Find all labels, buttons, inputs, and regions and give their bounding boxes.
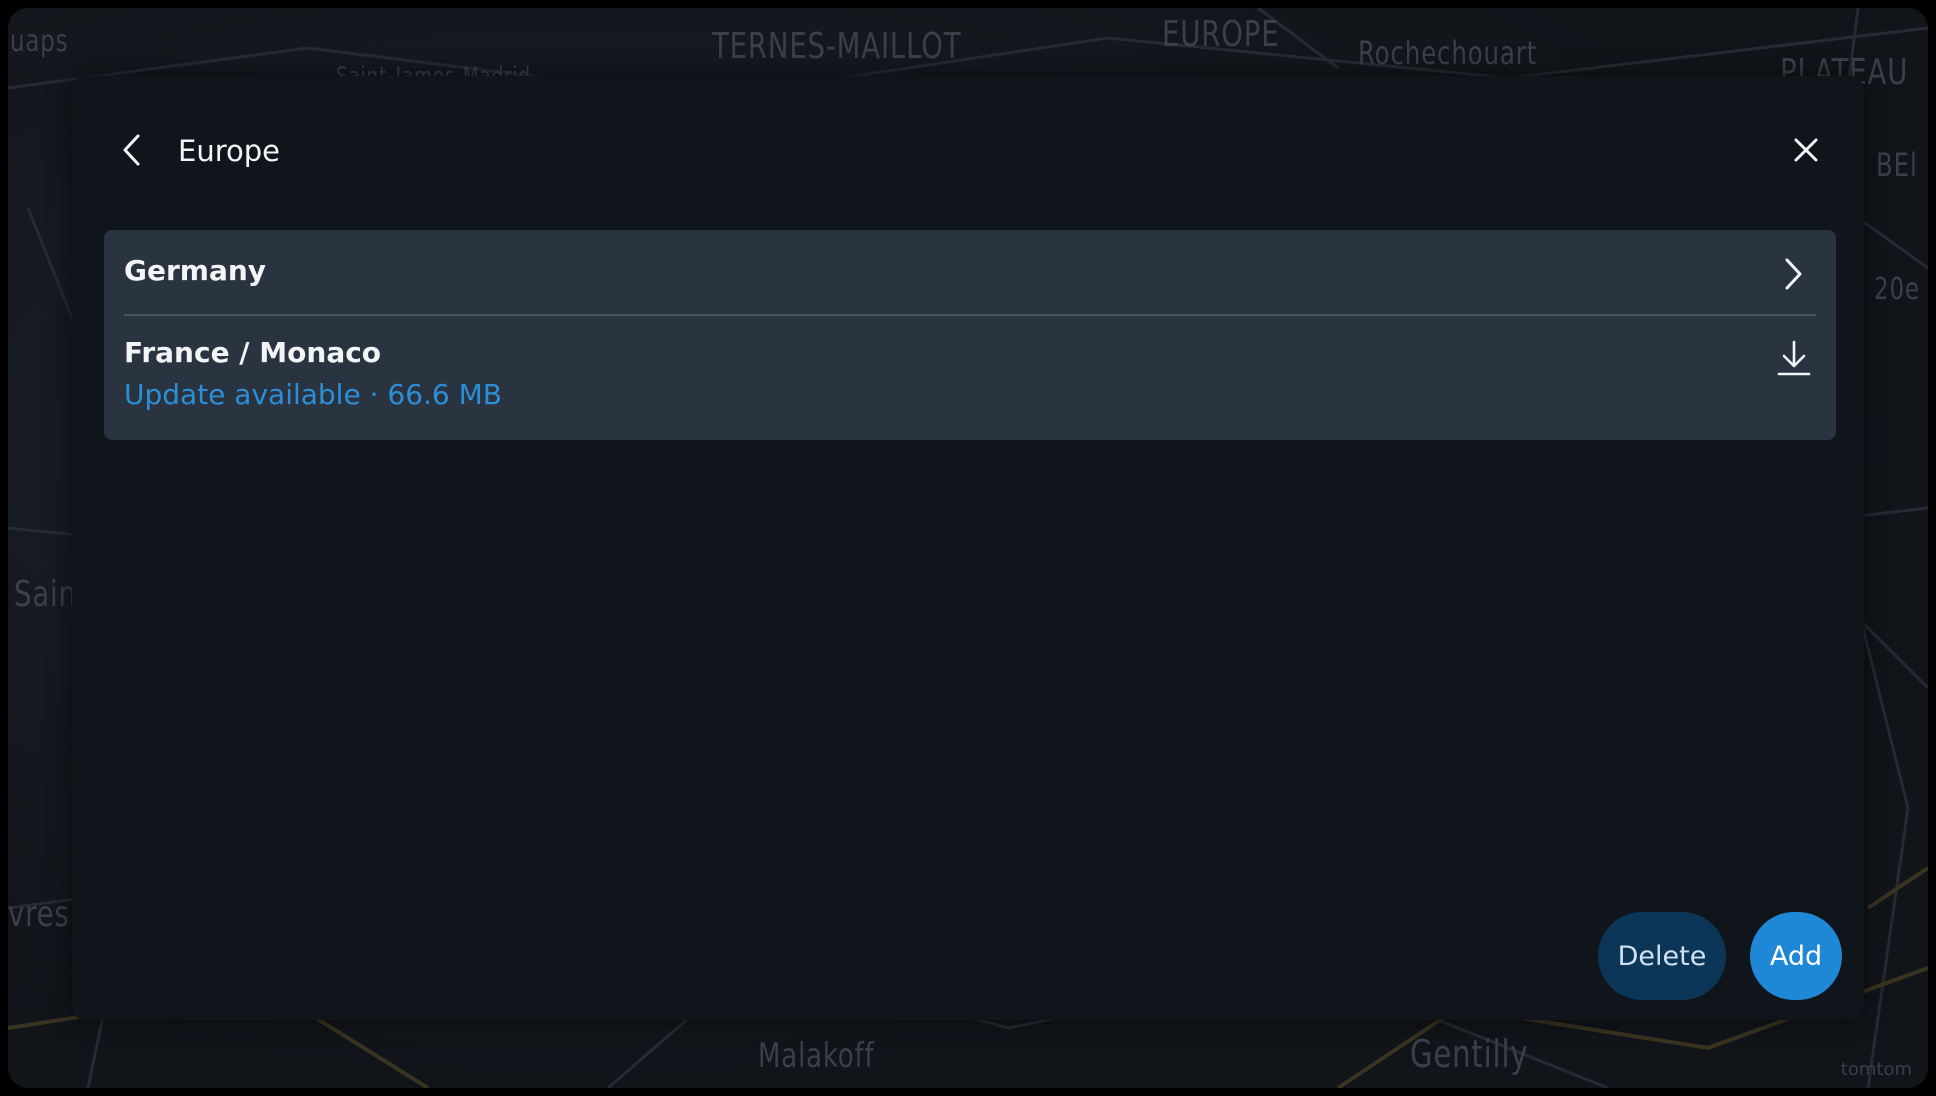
map-label: uaps (10, 24, 69, 59)
map-label: 20e (1874, 272, 1920, 307)
map-label: vres (8, 894, 70, 935)
list-item-france-monaco[interactable]: France / Monaco Update available · 66.6 … (104, 314, 1836, 440)
map-label: Malakoff (758, 1036, 875, 1076)
back-button[interactable] (112, 130, 152, 170)
close-icon (1794, 138, 1818, 162)
dialog-header: Europe (72, 76, 1864, 196)
add-button[interactable]: Add (1750, 912, 1842, 1000)
list-item-germany[interactable]: Germany (104, 230, 1836, 314)
map-label: Sain (14, 574, 77, 615)
map-label: BEl (1876, 146, 1918, 184)
map-label: EUROPE (1162, 14, 1280, 55)
download-icon (1777, 340, 1811, 376)
region-name: France / Monaco (124, 336, 382, 369)
map-label: Gentilly (1410, 1032, 1529, 1076)
map-label: TERNES-MAILLOT (712, 26, 962, 67)
close-button[interactable] (1786, 130, 1826, 170)
page-title: Europe (178, 134, 280, 168)
region-list: Germany France / Monaco Update available… (104, 230, 1836, 440)
map-watermark: tomtom (1840, 1059, 1912, 1080)
update-status: Update available · 66.6 MB (124, 378, 502, 411)
open-region-button[interactable] (1774, 254, 1814, 294)
chevron-left-icon (123, 134, 140, 166)
download-button[interactable] (1774, 338, 1814, 378)
map-label: Rochechouart (1358, 34, 1538, 72)
map-region-dialog: Europe Germany France / Monaco Update av… (72, 76, 1864, 1020)
device-screen: uaps TERNES-MAILLOT EUROPE Rochechouart … (8, 8, 1928, 1088)
region-name: Germany (124, 254, 267, 287)
chevron-right-icon (1785, 258, 1802, 290)
delete-button[interactable]: Delete (1598, 912, 1726, 1000)
